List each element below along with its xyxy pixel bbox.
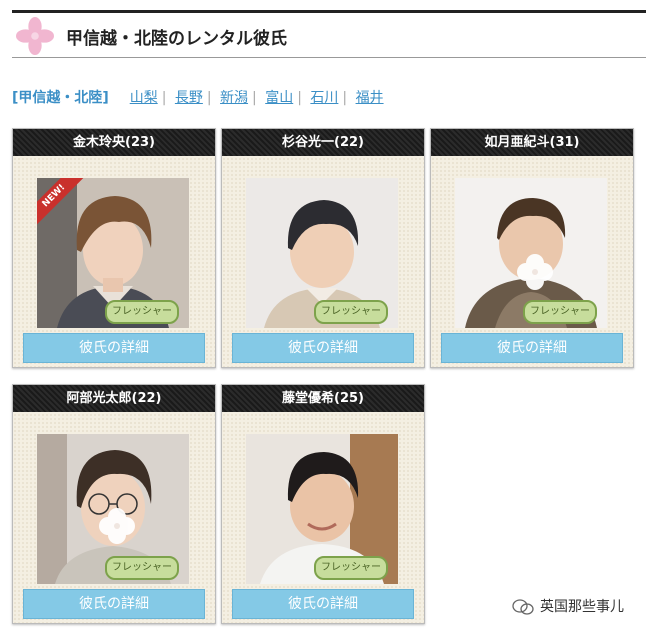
profile-name: 阿部光太郎(22) xyxy=(13,385,215,412)
fresher-badge: フレッシャー xyxy=(523,300,597,324)
current-region: [甲信越・北陸] xyxy=(12,90,109,106)
profile-photo[interactable]: フレッシャー xyxy=(246,434,398,584)
profile-name: 藤堂優希(25) xyxy=(222,385,424,412)
nav-link-toyama[interactable]: 富山 xyxy=(265,90,293,106)
page-title: 甲信越・北陸のレンタル彼氏 xyxy=(66,29,287,49)
nav-link-nagano[interactable]: 長野 xyxy=(175,90,203,106)
fresher-badge: フレッシャー xyxy=(314,300,388,324)
fresher-badge: フレッシャー xyxy=(314,556,388,580)
profile-photo[interactable]: フレッシャー xyxy=(246,178,398,328)
watermark: 英国那些事儿 xyxy=(512,596,624,616)
nav-link-fukui[interactable]: 福井 xyxy=(356,90,384,106)
boyfriend-detail-button[interactable]: 彼氏の詳細 xyxy=(232,589,414,619)
prefecture-nav: [甲信越・北陸] 山梨 | 長野 | 新潟 | 富山 | 石川 | 福井 xyxy=(12,90,384,106)
nav-link-ishikawa[interactable]: 石川 xyxy=(310,90,338,106)
page-header: 甲信越・北陸のレンタル彼氏 xyxy=(12,10,646,58)
boyfriend-detail-button[interactable]: 彼氏の詳細 xyxy=(23,589,205,619)
profile-card: 如月亜紀斗(31) フレッシャー 彼氏の詳細 xyxy=(430,128,634,368)
nav-link-niigata[interactable]: 新潟 xyxy=(220,90,248,106)
wechat-icon xyxy=(512,599,534,615)
face-blur-flower-icon xyxy=(517,254,553,290)
profile-name: 杉谷光一(22) xyxy=(222,129,424,156)
face-blur-flower-icon xyxy=(99,508,135,544)
boyfriend-detail-button[interactable]: 彼氏の詳細 xyxy=(232,333,414,363)
profile-card: 藤堂優希(25) フレッシャー 彼氏の詳細 xyxy=(221,384,425,624)
fresher-badge: フレッシャー xyxy=(105,556,179,580)
profile-photo[interactable]: フレッシャー xyxy=(37,434,189,584)
profile-card: 杉谷光一(22) フレッシャー 彼氏の詳細 xyxy=(221,128,425,368)
profile-card: 金木玲央(23) NEW! フレッシャー 彼氏の詳細 xyxy=(12,128,216,368)
profile-photo[interactable]: フレッシャー xyxy=(455,178,607,328)
nav-link-yamanashi[interactable]: 山梨 xyxy=(130,90,158,106)
fresher-badge: フレッシャー xyxy=(105,300,179,324)
profile-name: 金木玲央(23) xyxy=(13,129,215,156)
profile-photo[interactable]: NEW! フレッシャー xyxy=(37,178,189,328)
profile-card: 阿部光太郎(22) フレッシャー 彼氏の詳細 xyxy=(12,384,216,624)
pink-flower-icon xyxy=(16,17,54,55)
boyfriend-detail-button[interactable]: 彼氏の詳細 xyxy=(23,333,205,363)
profile-name: 如月亜紀斗(31) xyxy=(431,129,633,156)
watermark-text: 英国那些事儿 xyxy=(540,599,624,615)
boyfriend-detail-button[interactable]: 彼氏の詳細 xyxy=(441,333,623,363)
